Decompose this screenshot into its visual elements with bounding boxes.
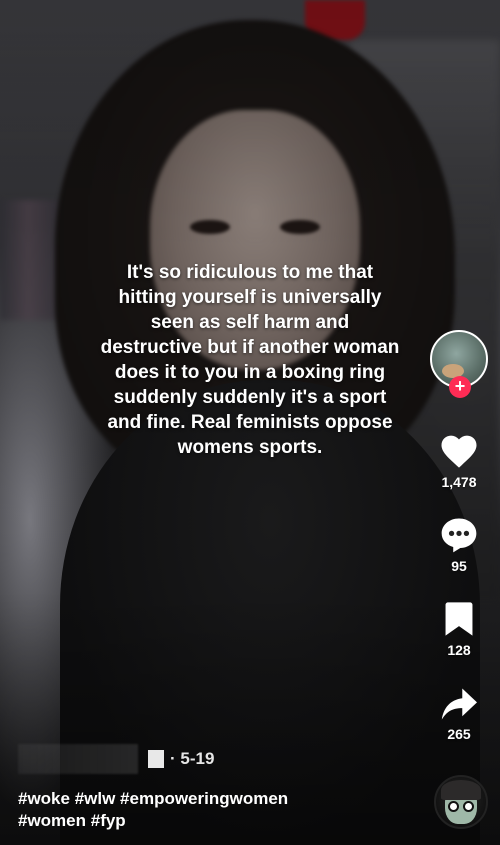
document-icon bbox=[148, 750, 164, 768]
share-button[interactable]: 265 bbox=[418, 686, 500, 742]
post-meta: · 5-19 bbox=[18, 742, 214, 776]
save-count: 128 bbox=[447, 642, 471, 658]
share-count: 265 bbox=[447, 726, 471, 742]
save-button[interactable]: 128 bbox=[418, 600, 500, 658]
comment-bubble-icon bbox=[441, 518, 477, 553]
video-overlay-text: It's so ridiculous to me that hitting yo… bbox=[100, 262, 400, 458]
heart-icon bbox=[441, 435, 477, 468]
caption-hashtags-line-1[interactable]: #woke #wlw #empoweringwomen bbox=[18, 788, 418, 810]
disc-avatar-hair bbox=[441, 780, 481, 800]
like-count: 1,478 bbox=[441, 474, 477, 490]
disc-avatar-eye-left bbox=[448, 801, 459, 812]
redacted-username[interactable] bbox=[18, 744, 138, 774]
bookmark-icon bbox=[445, 602, 473, 636]
share-arrow-icon bbox=[441, 688, 477, 720]
comment-count: 95 bbox=[451, 558, 467, 574]
sound-disc[interactable] bbox=[434, 775, 488, 829]
follow-button[interactable]: + bbox=[449, 376, 471, 398]
like-button[interactable]: 1,478 bbox=[418, 432, 500, 490]
comment-button[interactable]: 95 bbox=[418, 516, 500, 574]
post-caption[interactable]: #woke #wlw #empoweringwomen #women #fyp bbox=[18, 788, 418, 832]
disc-avatar-eye-right bbox=[463, 801, 474, 812]
creator-avatar[interactable]: + bbox=[430, 330, 488, 400]
post-date: · 5-19 bbox=[170, 749, 215, 768]
caption-hashtags-line-2[interactable]: #women #fyp bbox=[18, 810, 418, 832]
